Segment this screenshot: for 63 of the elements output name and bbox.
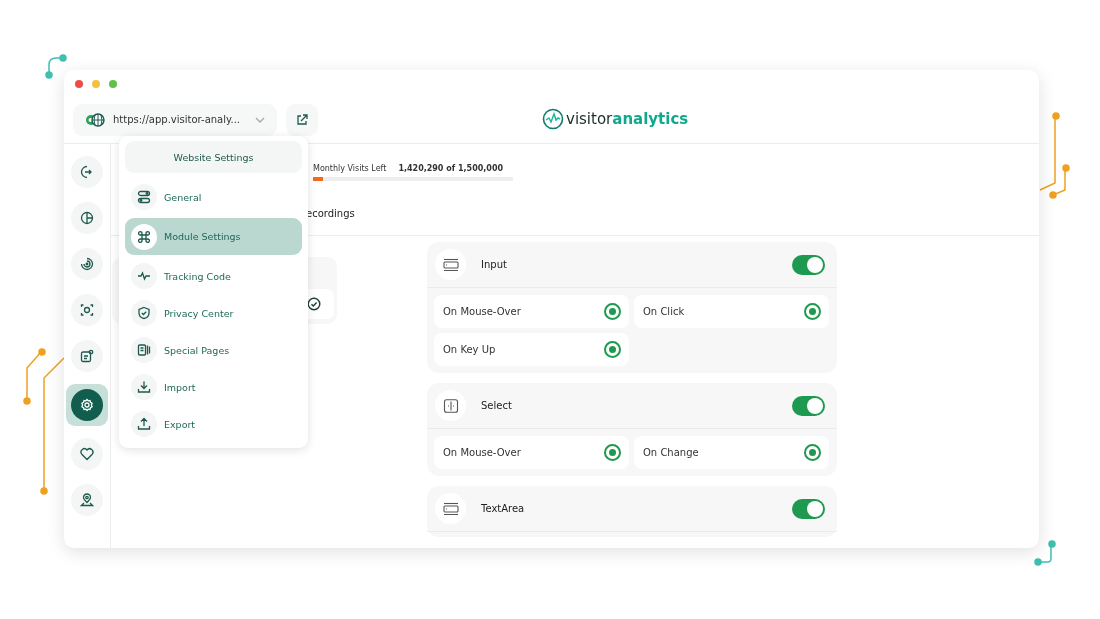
connector-decoration [1034, 540, 1056, 566]
shield-icon [137, 306, 151, 320]
heart-icon [80, 447, 94, 461]
settings-icon [80, 398, 94, 412]
event-option[interactable]: On Key Up [434, 333, 629, 366]
pages-icon [137, 343, 151, 357]
export-icon [137, 417, 151, 431]
module-name: TextArea [481, 503, 526, 514]
command-icon [137, 229, 151, 244]
logo-icon [542, 108, 564, 130]
chevron-icon [255, 116, 265, 123]
event-option[interactable]: On Click [634, 295, 829, 328]
sidebar-item[interactable] [66, 384, 108, 426]
globe-icon [85, 112, 105, 127]
event-option[interactable]: On Mouse-Over [434, 436, 629, 469]
logo-text: visitor [566, 110, 613, 128]
toggle-switch[interactable] [792, 395, 825, 416]
menu-item[interactable]: Module Settings [125, 218, 302, 255]
event-label: On Mouse-Over [443, 306, 521, 317]
exit-icon [80, 165, 94, 179]
form-icon [80, 349, 94, 363]
menu-item[interactable]: Special Pages [125, 334, 302, 366]
menu-item[interactable]: Import [125, 371, 302, 403]
input-field-icon [442, 257, 459, 272]
module-name: Select [481, 400, 513, 411]
event-label: On Click [643, 306, 685, 317]
module-name: Input [481, 259, 508, 270]
radio-button[interactable] [604, 303, 621, 320]
input-field-icon [442, 501, 459, 516]
event-option[interactable]: On Mouse-Over [434, 295, 629, 328]
menu-item[interactable]: Privacy Center [125, 297, 302, 329]
window-control[interactable] [75, 80, 83, 88]
import-icon [137, 380, 151, 394]
open-external-button[interactable] [286, 103, 318, 136]
radio-button[interactable] [604, 341, 621, 358]
website-selector[interactable]: https://app.visitor-analy... [73, 103, 277, 136]
sliders-icon [137, 190, 151, 204]
event-option[interactable]: On Change [634, 436, 829, 469]
radio-button[interactable] [804, 303, 821, 320]
menu-item[interactable]: Tracking Code [125, 260, 302, 292]
connector-decoration [45, 54, 67, 79]
toggle-switch[interactable] [792, 254, 825, 275]
pulse-icon [137, 269, 151, 283]
radio-button[interactable] [804, 444, 821, 461]
toggle-switch[interactable] [792, 498, 825, 519]
usage-label: Monthly Visits Left [313, 164, 387, 173]
event-label: On Mouse-Over [443, 447, 521, 458]
focus-icon [80, 303, 94, 317]
radio-button[interactable] [604, 444, 621, 461]
usage-value: 1,420,290 of 1,500,000 [398, 164, 504, 173]
event-label: On Key Up [443, 344, 496, 355]
tab[interactable]: ecordings [306, 203, 355, 225]
menu-item[interactable]: Export [125, 408, 302, 440]
external-link-icon [296, 113, 308, 126]
window-control[interactable] [109, 80, 117, 88]
pie-icon [80, 211, 94, 225]
menu-header: Website Settings [125, 141, 302, 173]
pin-icon [80, 493, 94, 507]
logo-text: analytics [612, 110, 689, 128]
menu-item[interactable]: General [125, 181, 302, 213]
spiral-icon [80, 257, 94, 271]
event-label: On Change [643, 447, 699, 458]
select-box-icon [442, 398, 459, 413]
